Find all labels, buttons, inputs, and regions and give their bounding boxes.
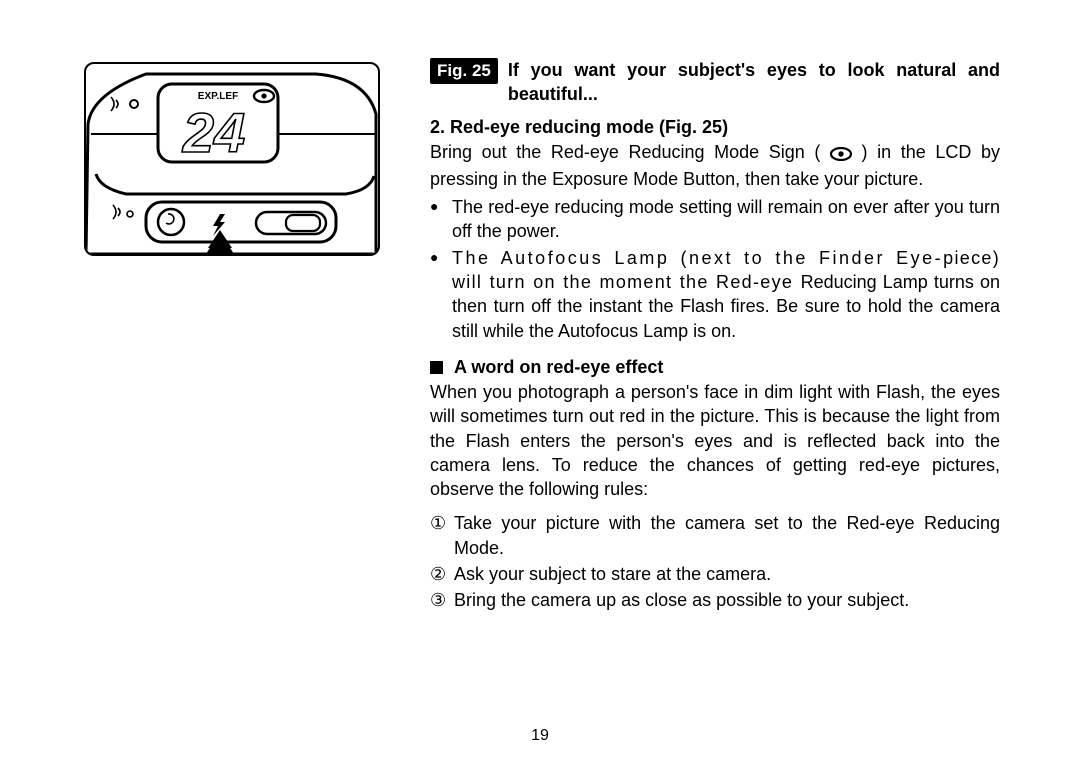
list-item: ① Take your picture with the camera set t… [430, 511, 1000, 560]
list-item: ③ Bring the camera up as close as possibl… [430, 588, 1000, 612]
section-title: 2. Red-eye reducing mode (Fig. 25) [430, 117, 1000, 138]
bullet-2-line1: The Autofocus Lamp (next to the Finder E… [452, 248, 943, 268]
red-eye-icon [830, 143, 852, 167]
step-2-text: Ask your subject to stare at the camera. [454, 564, 771, 584]
intro-part-a: Bring out the Red-eye Reducing Mode Sign… [430, 142, 820, 162]
manual-page: EXP.LEF 24 Fig. 25 If [0, 0, 1080, 763]
step-1-text: Take your picture with the camera set to… [454, 513, 1000, 557]
lcd-counter: 24 [182, 101, 245, 164]
step-glyph-3: ③ [430, 588, 446, 612]
step-3-text: Bring the camera up as close as possible… [454, 590, 909, 610]
page-number: 19 [0, 727, 1080, 745]
list-item: The red-eye reducing mode setting will r… [430, 195, 1000, 244]
list-item: The Autofocus Lamp (next to the Finder E… [430, 246, 1000, 343]
lead-sentence: If you want your subject's eyes to look … [508, 58, 1000, 107]
step-glyph-1: ① [430, 511, 446, 535]
redeye-paragraph: When you photograph a person's face in d… [430, 380, 1000, 501]
list-item: ② Ask your subject to stare at the camera… [430, 562, 1000, 586]
intro-paragraph: Bring out the Red-eye Reducing Mode Sign… [430, 140, 1000, 192]
figure-label: Fig. 25 [430, 58, 498, 84]
text-column: Fig. 25 If you want your subject's eyes … [430, 58, 1000, 615]
numbered-steps: ① Take your picture with the camera set t… [430, 511, 1000, 612]
bullet-list: The red-eye reducing mode setting will r… [430, 195, 1000, 343]
subheading: A word on red-eye effect [430, 357, 1000, 378]
figure-25-illustration: EXP.LEF 24 [84, 62, 380, 256]
camera-top-drawing: EXP.LEF 24 [86, 64, 378, 254]
step-glyph-2: ② [430, 562, 446, 586]
